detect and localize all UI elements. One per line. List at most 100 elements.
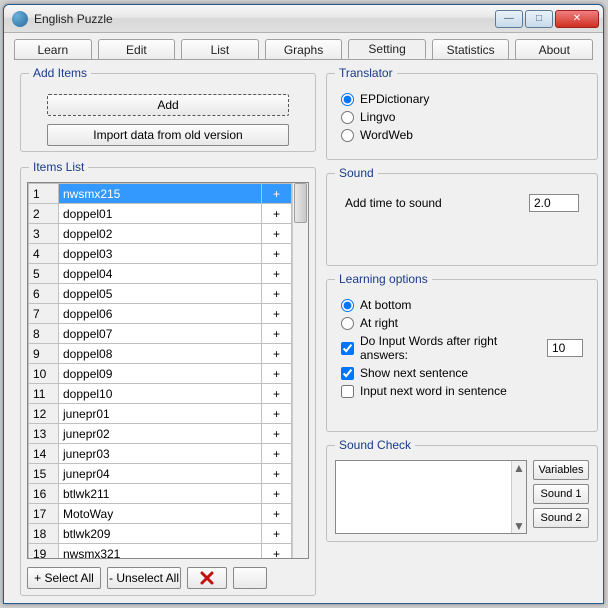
translator-radio-lingvo[interactable] — [341, 111, 354, 124]
row-flag: + — [262, 324, 292, 344]
row-number: 12 — [29, 404, 59, 424]
row-name: doppel04 — [59, 264, 262, 284]
position-label: At right — [360, 316, 398, 330]
sound-check-sound-1-button[interactable]: Sound 1 — [533, 484, 589, 504]
sound-check-variables-button[interactable]: Variables — [533, 460, 589, 480]
delete-button[interactable] — [187, 567, 227, 589]
table-row[interactable]: 9doppel08+ — [29, 344, 292, 364]
row-number: 5 — [29, 264, 59, 284]
row-flag: + — [262, 544, 292, 559]
row-flag: + — [262, 384, 292, 404]
table-row[interactable]: 5doppel04+ — [29, 264, 292, 284]
show-next-checkbox[interactable] — [341, 367, 354, 380]
unselect-all-button[interactable]: - Unselect All — [107, 567, 181, 589]
table-row[interactable]: 2doppel01+ — [29, 204, 292, 224]
row-number: 10 — [29, 364, 59, 384]
select-all-button[interactable]: + Select All — [27, 567, 101, 589]
row-name: junepr03 — [59, 444, 262, 464]
row-number: 7 — [29, 304, 59, 324]
close-button[interactable]: ✕ — [555, 10, 599, 28]
sound-check-list[interactable]: ▲▼ — [335, 460, 527, 534]
table-row[interactable]: 14junepr03+ — [29, 444, 292, 464]
table-row[interactable]: 12junepr01+ — [29, 404, 292, 424]
tab-graphs[interactable]: Graphs — [265, 39, 343, 59]
table-row[interactable]: 7doppel06+ — [29, 304, 292, 324]
row-number: 4 — [29, 244, 59, 264]
sound-time-input[interactable] — [529, 194, 579, 212]
table-row[interactable]: 1nwsmx215+ — [29, 184, 292, 204]
items-grid[interactable]: 1nwsmx215+2doppel01+3doppel02+4doppel03+… — [27, 182, 309, 559]
tab-statistics[interactable]: Statistics — [432, 39, 510, 59]
row-name: doppel05 — [59, 284, 262, 304]
sound-check-group: Sound Check ▲▼ Variables Sound 1 Sound 2 — [326, 438, 598, 542]
position-label: At bottom — [360, 298, 411, 312]
row-flag: + — [262, 344, 292, 364]
maximize-button[interactable]: □ — [525, 10, 553, 28]
sound-check-sound-2-button[interactable]: Sound 2 — [533, 508, 589, 528]
tab-about[interactable]: About — [515, 39, 593, 59]
scroll-thumb[interactable] — [294, 183, 307, 223]
position-radio[interactable] — [341, 317, 354, 330]
list-scrollbar[interactable]: ▲▼ — [511, 461, 526, 533]
input-next-checkbox[interactable] — [341, 385, 354, 398]
table-row[interactable]: 18btlwk209+ — [29, 524, 292, 544]
table-row[interactable]: 17MotoWay+ — [29, 504, 292, 524]
translator-label: EPDictionary — [360, 92, 429, 106]
row-name: doppel09 — [59, 364, 262, 384]
tabstrip: Learn EditList GraphsSetting StatisticsAbou… — [4, 33, 603, 59]
tab-list[interactable]: List — [181, 39, 259, 59]
table-row[interactable]: 15junepr04+ — [29, 464, 292, 484]
table-row[interactable]: 3doppel02+ — [29, 224, 292, 244]
translator-radio-epdictionary[interactable] — [341, 93, 354, 106]
row-number: 9 — [29, 344, 59, 364]
tab-learn[interactable]: Learn — [14, 39, 92, 59]
minimize-button[interactable]: — — [495, 10, 523, 28]
delete-x-icon — [200, 571, 214, 585]
extra-button[interactable] — [233, 567, 267, 589]
do-input-label: Do Input Words after right answers: — [360, 334, 541, 362]
row-flag: + — [262, 184, 292, 204]
row-number: 13 — [29, 424, 59, 444]
row-flag: + — [262, 404, 292, 424]
row-name: junepr02 — [59, 424, 262, 444]
row-name: MotoWay — [59, 504, 262, 524]
row-flag: + — [262, 484, 292, 504]
row-flag: + — [262, 224, 292, 244]
row-number: 14 — [29, 444, 59, 464]
app-icon — [12, 11, 28, 27]
tab-edit[interactable]: Edit — [98, 39, 176, 59]
titlebar[interactable]: English Puzzle — □ ✕ — [4, 5, 603, 33]
add-button[interactable]: Add — [47, 94, 289, 116]
sound-legend: Sound — [335, 166, 378, 180]
row-number: 3 — [29, 224, 59, 244]
row-number: 11 — [29, 384, 59, 404]
table-row[interactable]: 4doppel03+ — [29, 244, 292, 264]
row-number: 2 — [29, 204, 59, 224]
import-button[interactable]: Import data from old version — [47, 124, 289, 146]
row-number: 17 — [29, 504, 59, 524]
do-input-value[interactable] — [547, 339, 583, 357]
row-name: doppel02 — [59, 224, 262, 244]
input-next-label: Input next word in sentence — [360, 384, 507, 398]
table-row[interactable]: 6doppel05+ — [29, 284, 292, 304]
add-items-legend: Add Items — [29, 66, 91, 80]
position-radio[interactable] — [341, 299, 354, 312]
do-input-checkbox[interactable] — [341, 342, 354, 355]
learning-options-group: Learning options At bottomAt right Do In… — [326, 272, 598, 432]
sound-label: Add time to sound — [345, 196, 442, 210]
row-name: btlwk211 — [59, 484, 262, 504]
row-flag: + — [262, 464, 292, 484]
grid-scrollbar[interactable] — [292, 183, 308, 558]
tab-setting[interactable]: Setting — [348, 39, 426, 59]
table-row[interactable]: 8doppel07+ — [29, 324, 292, 344]
sound-check-legend: Sound Check — [335, 438, 415, 452]
table-row[interactable]: 19nwsmx321+ — [29, 544, 292, 559]
translator-radio-wordweb[interactable] — [341, 129, 354, 142]
table-row[interactable]: 10doppel09+ — [29, 364, 292, 384]
row-flag: + — [262, 284, 292, 304]
table-row[interactable]: 13junepr02+ — [29, 424, 292, 444]
row-flag: + — [262, 444, 292, 464]
table-row[interactable]: 11doppel10+ — [29, 384, 292, 404]
row-name: doppel07 — [59, 324, 262, 344]
table-row[interactable]: 16btlwk211+ — [29, 484, 292, 504]
